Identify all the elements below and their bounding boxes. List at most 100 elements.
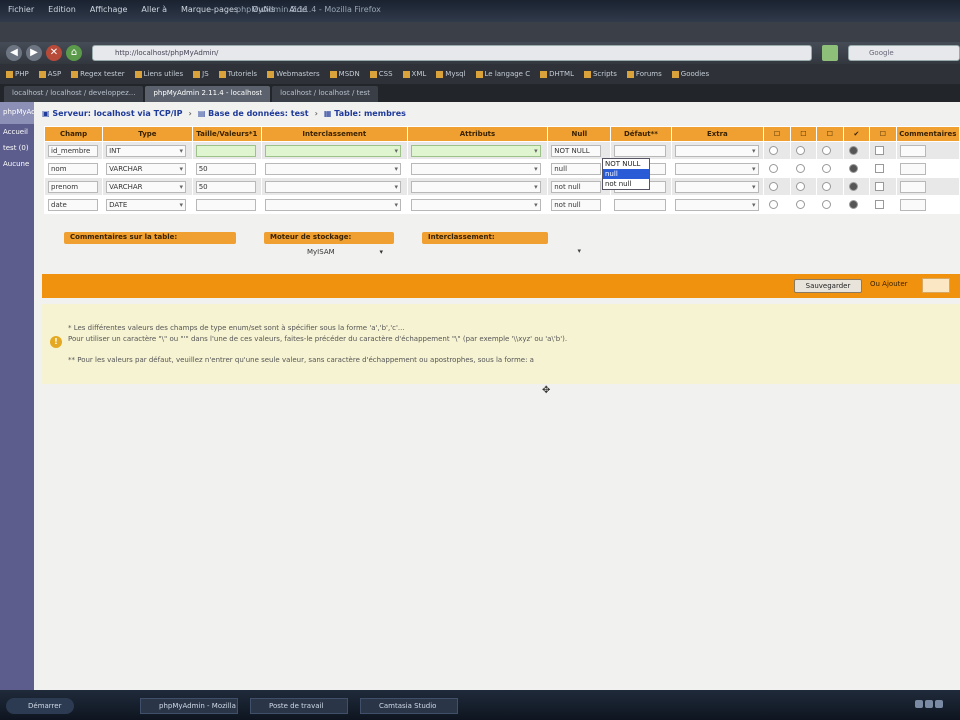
field-type-select[interactable]: VARCHAR — [106, 180, 187, 193]
breadcrumb-database[interactable]: ▤ Base de données: test — [198, 109, 309, 118]
bookmark-item[interactable]: CSS — [369, 70, 393, 78]
field-name-input[interactable]: nom — [48, 162, 98, 175]
taskbar-item[interactable]: Camtasia Studio — [360, 698, 458, 714]
field-length-input[interactable] — [195, 144, 256, 157]
primary-radio[interactable] — [769, 146, 779, 155]
none-radio[interactable] — [848, 200, 858, 209]
save-button[interactable]: Sauvegarder — [794, 279, 862, 293]
comment-input[interactable] — [899, 162, 926, 175]
table-collation-select[interactable] — [459, 247, 581, 259]
comment-input[interactable] — [899, 198, 926, 211]
fulltext-checkbox[interactable] — [875, 164, 885, 173]
back-icon[interactable]: ◀ — [6, 45, 22, 61]
bookmark-item[interactable]: Regex tester — [71, 70, 125, 78]
bookmark-item[interactable]: JS — [193, 70, 209, 78]
index-radio[interactable] — [795, 146, 805, 155]
index-radio[interactable] — [795, 200, 805, 209]
none-radio[interactable] — [848, 182, 858, 191]
bookmark-item[interactable]: Le langage C — [475, 70, 530, 78]
field-type-select[interactable]: DATE — [106, 198, 187, 211]
url-input[interactable]: http://localhost/phpMyAdmin/ — [92, 45, 812, 61]
browser-tab[interactable]: localhost / localhost / test — [272, 86, 379, 102]
bookmark-item[interactable]: DHTML — [540, 70, 574, 78]
bookmark-item[interactable]: Liens utiles — [134, 70, 183, 78]
field-extra-select[interactable] — [674, 180, 759, 193]
unique-radio[interactable] — [822, 200, 832, 209]
field-null-select[interactable]: NOT NULL — [551, 144, 602, 157]
field-null-select[interactable]: not null — [551, 180, 602, 193]
field-attributes-select[interactable] — [410, 162, 541, 175]
browser-tab-active[interactable]: phpMyAdmin 2.11.4 - localhost — [145, 86, 271, 102]
field-extra-select[interactable] — [674, 144, 759, 157]
field-name-input[interactable]: id_membre — [48, 144, 98, 157]
start-button[interactable]: Démarrer — [6, 698, 74, 714]
comment-input[interactable] — [899, 144, 926, 157]
menu-view[interactable]: Affichage — [90, 5, 128, 14]
fulltext-checkbox[interactable] — [875, 146, 885, 155]
null-option[interactable]: NOT NULL — [603, 159, 649, 169]
comment-input[interactable] — [899, 180, 926, 193]
search-input[interactable]: Google — [848, 45, 960, 61]
forward-icon[interactable]: ▶ — [26, 45, 42, 61]
null-option[interactable]: not null — [603, 179, 649, 189]
field-extra-select[interactable] — [674, 198, 759, 211]
bookmark-item[interactable]: Goodies — [671, 70, 709, 78]
index-radio[interactable] — [795, 164, 805, 173]
bookmark-item[interactable]: Mysql — [436, 70, 466, 78]
bookmark-item[interactable]: PHP — [6, 70, 29, 78]
unique-radio[interactable] — [822, 146, 832, 155]
go-icon[interactable] — [822, 45, 838, 61]
bookmark-item[interactable]: XML — [402, 70, 426, 78]
field-name-input[interactable]: prenom — [48, 180, 98, 193]
stop-icon[interactable]: ✕ — [46, 45, 62, 61]
home-icon[interactable]: ⌂ — [66, 45, 82, 61]
fulltext-checkbox[interactable] — [875, 200, 885, 209]
none-radio[interactable] — [848, 146, 858, 155]
field-length-input[interactable]: 50 — [195, 162, 256, 175]
bookmark-item[interactable]: MSDN — [329, 70, 360, 78]
field-null-select[interactable]: null — [551, 162, 602, 175]
tray-icon[interactable] — [935, 700, 943, 708]
field-collation-select[interactable] — [264, 180, 401, 193]
field-extra-select[interactable] — [674, 162, 759, 175]
primary-radio[interactable] — [769, 164, 779, 173]
bookmark-item[interactable]: ASP — [38, 70, 61, 78]
field-null-select[interactable]: not null — [551, 198, 602, 211]
unique-radio[interactable] — [822, 164, 832, 173]
add-fields-input[interactable] — [922, 278, 950, 293]
menu-bookmarks[interactable]: Marque-pages — [181, 5, 238, 14]
menu-edit[interactable]: Edition — [48, 5, 76, 14]
left-frame-table-link[interactable]: Aucune — [0, 156, 34, 172]
breadcrumb-server[interactable]: ▣ Serveur: localhost via TCP/IP — [42, 109, 183, 118]
primary-radio[interactable] — [769, 200, 779, 209]
menu-file[interactable]: Fichier — [8, 5, 34, 14]
field-length-input[interactable] — [195, 198, 256, 211]
tray-icon[interactable] — [925, 700, 933, 708]
primary-radio[interactable] — [769, 182, 779, 191]
bookmark-item[interactable]: Tutoriels — [218, 70, 257, 78]
browser-tab[interactable]: localhost / localhost / developpez... — [4, 86, 144, 102]
field-attributes-select[interactable] — [410, 144, 541, 157]
field-type-select[interactable]: INT — [106, 144, 187, 157]
field-collation-select[interactable] — [264, 144, 401, 157]
field-default-input[interactable] — [614, 144, 667, 157]
null-option-highlighted[interactable]: null — [603, 169, 649, 179]
bookmark-item[interactable]: Scripts — [583, 70, 617, 78]
taskbar-item[interactable]: Poste de travail — [250, 698, 348, 714]
index-radio[interactable] — [795, 182, 805, 191]
taskbar-item[interactable]: phpMyAdmin - Mozilla — [140, 698, 238, 714]
none-radio[interactable] — [848, 164, 858, 173]
storage-engine-select[interactable]: MyISAM — [304, 247, 386, 259]
field-name-input[interactable]: date — [48, 198, 98, 211]
bookmark-item[interactable]: Webmasters — [267, 70, 320, 78]
menu-go[interactable]: Aller à — [141, 5, 167, 14]
left-frame-home-link[interactable]: Accueil — [0, 124, 34, 140]
field-attributes-select[interactable] — [410, 198, 541, 211]
field-length-input[interactable]: 50 — [195, 180, 256, 193]
field-collation-select[interactable] — [264, 198, 401, 211]
unique-radio[interactable] — [822, 182, 832, 191]
field-collation-select[interactable] — [264, 162, 401, 175]
field-type-select[interactable]: VARCHAR — [106, 162, 187, 175]
left-frame-db-link[interactable]: test (0) — [0, 140, 34, 156]
fulltext-checkbox[interactable] — [875, 182, 885, 191]
